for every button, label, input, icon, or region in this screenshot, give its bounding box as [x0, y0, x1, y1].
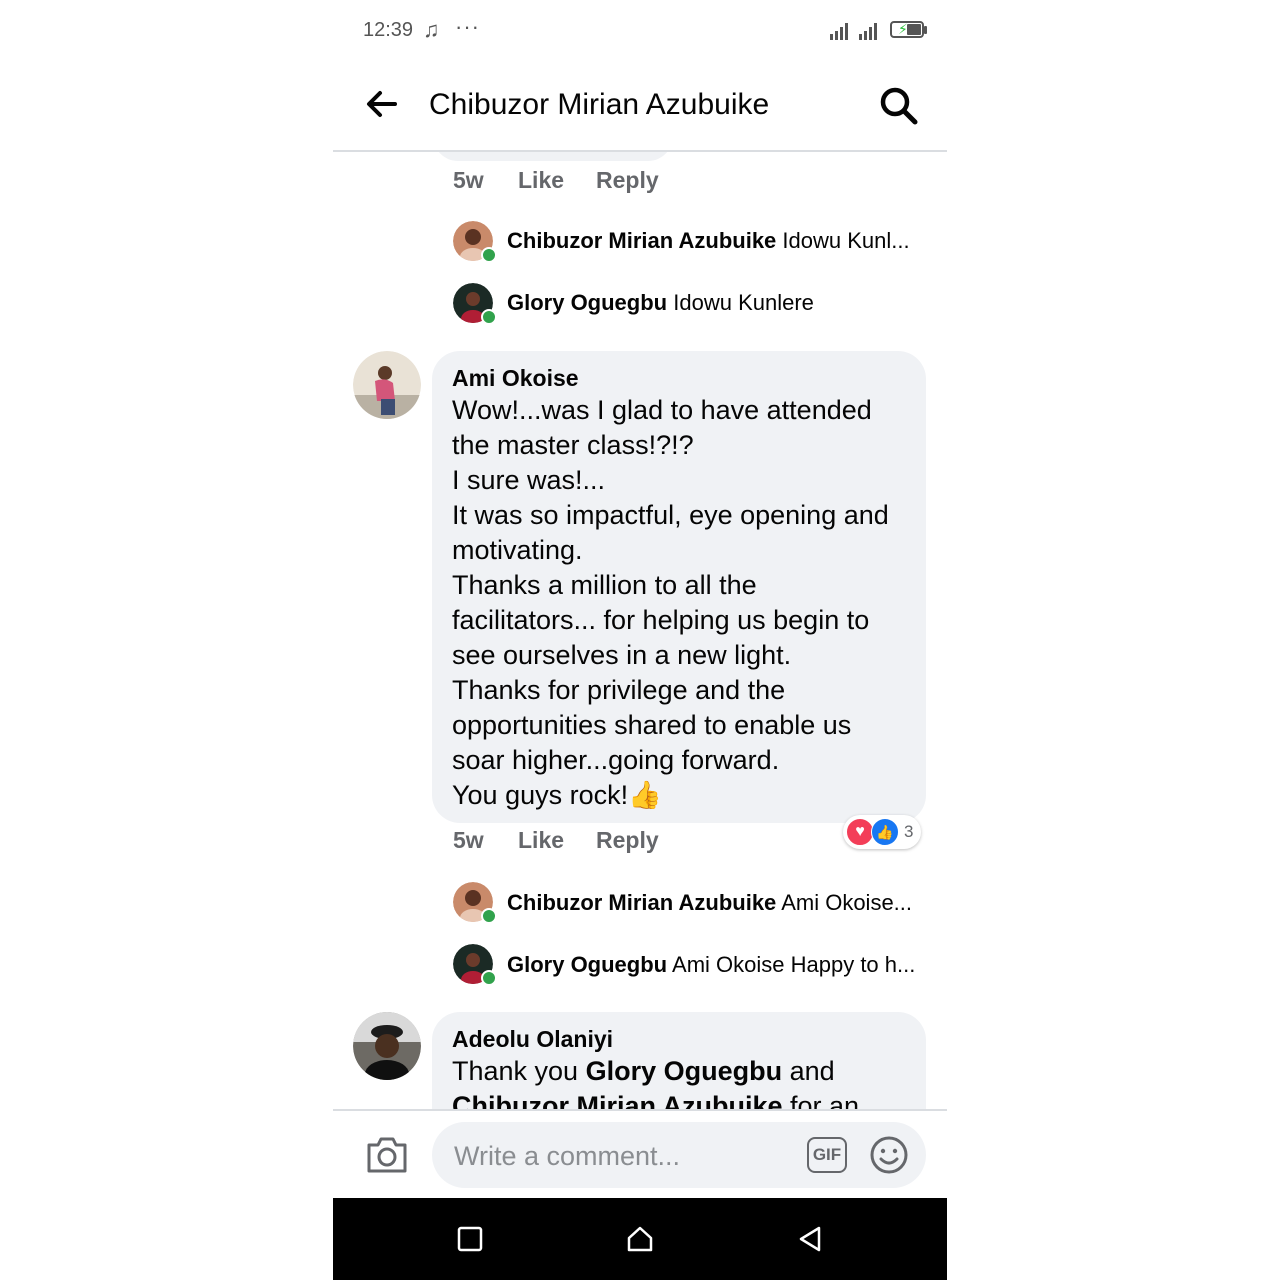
reply-author[interactable]: Chibuzor Mirian Azubuike — [507, 228, 776, 253]
like-button[interactable]: Like — [518, 167, 564, 194]
phone-screen: 12:39 ♫ ··· ⚡ Chibuzor Mirian Azubuike 5… — [333, 0, 947, 1280]
comment-time: 5w — [453, 167, 484, 193]
comment-author[interactable]: Adeolu Olaniyi — [452, 1026, 613, 1053]
reply-button[interactable]: Reply — [596, 827, 659, 854]
comment-time: 5w — [453, 827, 484, 853]
reply-author[interactable]: Chibuzor Mirian Azubuike — [507, 890, 776, 915]
previous-comment-bubble — [433, 151, 673, 161]
comment-bubble: Adeolu Olaniyi Thank you Glory Oguegbu a… — [432, 1012, 926, 1109]
online-indicator — [481, 908, 497, 924]
avatar[interactable] — [353, 351, 421, 419]
music-note-icon: ♫ — [423, 17, 440, 42]
back-arrow-icon[interactable] — [363, 86, 399, 122]
reply-preview: Ami Okoise... — [781, 890, 913, 915]
home-icon[interactable] — [625, 1224, 655, 1254]
recents-icon[interactable] — [455, 1224, 485, 1254]
reply-summary[interactable]: Chibuzor Mirian Azubuike Idowu Kunl... — [507, 228, 910, 254]
comment-input[interactable] — [452, 1122, 796, 1190]
battery-cap — [924, 26, 927, 34]
smiley-icon[interactable] — [869, 1135, 909, 1175]
online-indicator — [481, 309, 497, 325]
comment-body: for an — [782, 1091, 860, 1109]
battery-icon: ⚡ — [890, 21, 924, 38]
signal-icon — [830, 23, 848, 40]
more-notifications-icon: ··· — [455, 14, 480, 39]
reply-summary[interactable]: Glory Oguegbu Idowu Kunlere — [507, 290, 814, 316]
reactions-summary[interactable]: ♥ 👍 3 — [843, 815, 922, 849]
reply-preview: Ami Okoise Happy to h... — [672, 952, 916, 977]
love-reaction-icon: ♥ — [846, 818, 874, 846]
mention-link[interactable]: Chibuzor Mirian Azubuike — [452, 1091, 783, 1109]
reply-summary[interactable]: Chibuzor Mirian Azubuike Ami Okoise... — [507, 890, 912, 916]
reply-button[interactable]: Reply — [596, 167, 659, 194]
comment-input-wrapper: GIF — [432, 1122, 926, 1190]
online-indicator — [481, 970, 497, 986]
comment-author[interactable]: Ami Okoise — [452, 365, 579, 392]
gif-button[interactable]: GIF — [807, 1137, 847, 1173]
comment-bubble: Ami Okoise Wow!...was I glad to have att… — [432, 351, 926, 823]
like-reaction-icon: 👍 — [871, 818, 899, 846]
avatar[interactable] — [353, 1012, 421, 1080]
reply-summary[interactable]: Glory Oguegbu Ami Okoise Happy to h... — [507, 952, 915, 978]
search-icon[interactable] — [879, 86, 919, 126]
reply-author[interactable]: Glory Oguegbu — [507, 952, 667, 977]
back-nav-icon[interactable] — [795, 1224, 825, 1254]
comments-list: 5w Like Reply Chibuzor Mirian Azubuike I… — [333, 151, 947, 1109]
reply-preview: Idowu Kunlere — [673, 290, 814, 315]
comment-body: and — [782, 1056, 835, 1086]
reply-preview: Idowu Kunl... — [782, 228, 910, 253]
comment-text: Thank you Glory Oguegbu and Chibuzor Miri… — [452, 1054, 912, 1109]
signal-icon-2 — [859, 23, 877, 40]
status-time: 12:39 — [363, 19, 414, 41]
comment-body: Thank you — [452, 1056, 586, 1086]
reaction-count: 3 — [904, 822, 914, 841]
page-title: Chibuzor Mirian Azubuike — [429, 88, 770, 121]
camera-icon[interactable] — [365, 1135, 409, 1175]
comment-text: Wow!...was I glad to have attended the m… — [452, 393, 912, 813]
page-header: Chibuzor Mirian Azubuike — [333, 62, 947, 152]
mention-link[interactable]: Glory Oguegbu — [586, 1056, 783, 1086]
comment-composer: GIF — [333, 1109, 947, 1200]
comment-body: Wow!...was I glad to have attended the m… — [452, 395, 889, 810]
thumbs-up-emoji: 👍 — [628, 780, 662, 810]
online-indicator — [481, 247, 497, 263]
reply-author[interactable]: Glory Oguegbu — [507, 290, 667, 315]
like-button[interactable]: Like — [518, 827, 564, 854]
status-bar: 12:39 ♫ ··· ⚡ — [333, 0, 947, 62]
system-nav-bar — [333, 1198, 947, 1280]
